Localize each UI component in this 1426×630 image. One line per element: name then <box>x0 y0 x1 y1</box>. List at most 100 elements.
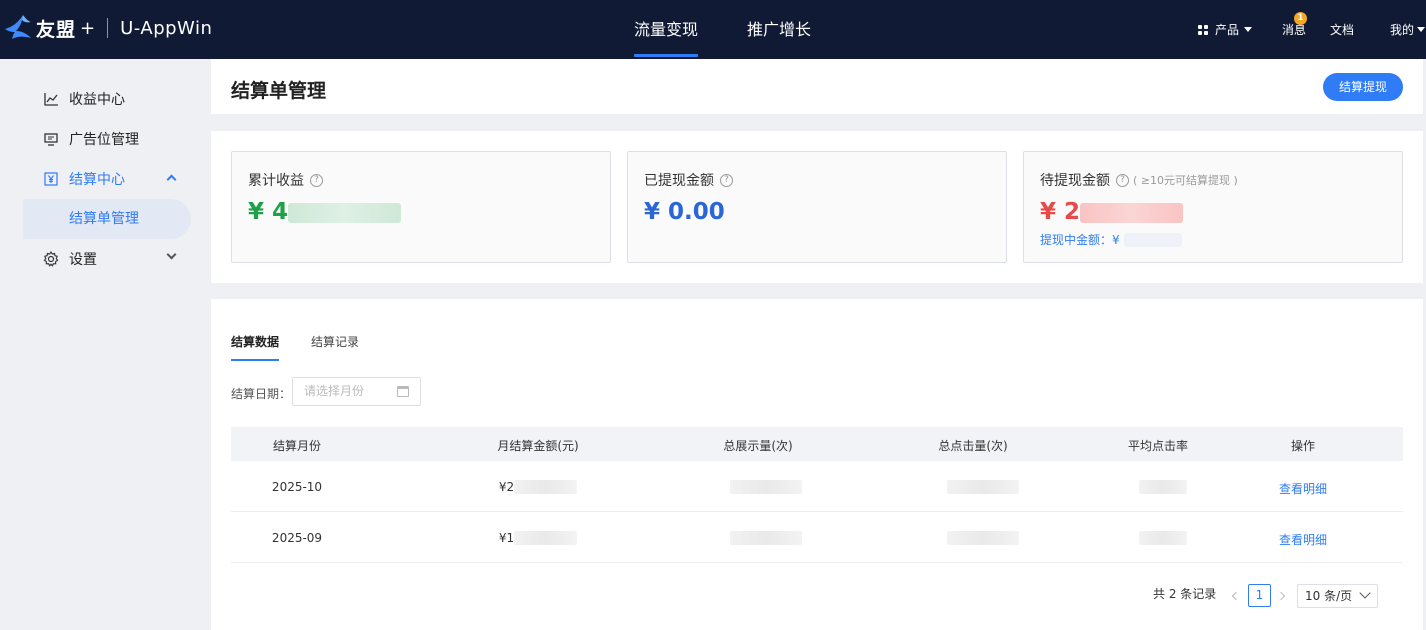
page-size-value: 10 条/页 <box>1305 589 1353 603</box>
stat-label: 累计收益 ? <box>248 170 323 190</box>
masked-value <box>730 531 802 545</box>
date-filter-label: 结算日期： <box>231 387 292 401</box>
tab-settlement-data[interactable]: 结算数据 <box>231 333 280 361</box>
sidebar-item-ad-slots[interactable]: 广告位管理 <box>23 119 191 159</box>
stat-card-total-revenue: 累计收益 ? ¥ 4 <box>231 151 611 263</box>
grid-icon <box>1198 24 1208 35</box>
chevron-up-icon <box>166 174 177 185</box>
table-row: 2025-09 ¥1 查看明细 <box>231 512 1403 563</box>
column-header: 平均点击率 <box>1127 439 1189 453</box>
page-button-current[interactable]: 1 <box>1248 584 1271 607</box>
messages-label: 消息 <box>1282 22 1307 37</box>
sidebar-item-label: 设置 <box>69 252 97 268</box>
calendar-icon <box>397 386 409 397</box>
tab-settlement-records[interactable]: 结算记录 <box>311 333 359 361</box>
cell-month: 2025-09 <box>271 531 323 545</box>
user-menu[interactable]: 我的 <box>1390 0 1426 59</box>
cell-ctr <box>1139 480 1187 494</box>
sidebar-item-revenue[interactable]: 收益中心 <box>23 79 191 119</box>
masked-value <box>947 480 1019 494</box>
question-icon[interactable]: ? <box>720 173 733 187</box>
stat-card-pending: 待提现金额 ? ( ≥10元可结算提现 ) ¥ 2 提现中金额：¥ <box>1023 151 1403 263</box>
product-menu[interactable]: 产品 <box>1198 0 1253 59</box>
column-header: 总点击量(次) <box>938 439 1008 453</box>
umeng-logo[interactable]: 友盟 + U-AppWin <box>4 13 212 43</box>
masked-value <box>1139 531 1187 545</box>
stat-value: ¥ 4 <box>248 199 402 225</box>
masked-value <box>288 202 402 223</box>
cell-month: 2025-10 <box>271 480 323 494</box>
docs-label: 文档 <box>1330 22 1355 37</box>
month-picker-placeholder: 请选择月份 <box>304 384 365 398</box>
settle-withdraw-button[interactable]: 结算提现 <box>1323 73 1403 101</box>
stat-card-withdrawn: 已提现金额 ? ¥ 0.00 <box>627 151 1007 263</box>
stat-value: ¥ 2 <box>1040 199 1184 225</box>
page-size-select[interactable]: 10 条/页 <box>1297 584 1378 608</box>
column-header: 结算月份 <box>272 439 322 453</box>
cell-amount: ¥1 <box>499 531 578 545</box>
sidebar-item-label: 结算中心 <box>69 172 125 188</box>
sidebar-item-settlement-management[interactable]: 结算单管理 <box>23 199 191 239</box>
cell-clicks <box>947 480 1019 494</box>
brand-divider <box>107 18 109 38</box>
monitor-icon <box>43 131 59 147</box>
brand-plus: + <box>80 17 96 39</box>
masked-value <box>1139 480 1187 494</box>
nav-tab-monetization[interactable]: 流量变现 <box>634 0 699 59</box>
user-menu-label: 我的 <box>1390 22 1415 37</box>
next-page-icon[interactable] <box>1276 591 1286 601</box>
nav-tab-growth[interactable]: 推广增长 <box>747 0 811 59</box>
stat-label: 已提现金额 ? <box>644 170 733 190</box>
question-icon[interactable]: ? <box>1116 173 1129 187</box>
masked-value <box>1123 232 1182 247</box>
page-title: 结算单管理 <box>231 80 327 102</box>
masked-value <box>514 480 578 494</box>
yuan-icon <box>43 171 59 187</box>
prev-page-icon[interactable] <box>1231 591 1241 601</box>
sidebar-item-settings[interactable]: 设置 <box>23 239 191 279</box>
docs-link[interactable]: 文档 <box>1330 0 1354 59</box>
stat-label: 待提现金额 ? ( ≥10元可结算提现 ) <box>1040 173 1238 189</box>
cell-impressions <box>730 480 802 494</box>
gear-icon <box>43 251 59 267</box>
column-header: 总展示量(次) <box>723 439 793 453</box>
cell-amount: ¥2 <box>499 480 578 494</box>
app-name: U-AppWin <box>120 17 213 39</box>
column-header: 操作 <box>1290 439 1316 453</box>
cell-clicks <box>947 531 1019 545</box>
month-picker-input[interactable]: 请选择月份 <box>292 377 421 406</box>
line-chart-icon <box>43 91 59 107</box>
caret-down-icon <box>1417 27 1426 32</box>
chevron-down-icon <box>166 249 177 260</box>
swallow-logo-icon <box>5 15 31 39</box>
table-row: 2025-10 ¥2 查看明细 <box>231 461 1403 512</box>
product-menu-label: 产品 <box>1215 22 1240 37</box>
table-header: 结算月份 月结算金额(元) 总展示量(次) 总点击量(次) 平均点击率 操作 <box>231 427 1403 461</box>
cell-ctr <box>1139 531 1187 545</box>
top-navigation-bar: 友盟 + U-AppWin 流量变现 推广增长 产品 消息 1 文档 我的 <box>0 0 1426 59</box>
brand-name: 友盟 <box>36 18 77 41</box>
masked-value <box>947 531 1019 545</box>
view-details-link[interactable]: 查看明细 <box>1279 531 1327 548</box>
masked-value <box>730 480 802 494</box>
column-header: 月结算金额(元) <box>497 439 579 453</box>
stat-hint: ( ≥10元可结算提现 ) <box>1133 174 1238 187</box>
sidebar-item-label: 广告位管理 <box>69 132 139 148</box>
withdrawing-amount: 提现中金额：¥ <box>1040 231 1182 248</box>
view-details-link[interactable]: 查看明细 <box>1279 480 1327 497</box>
pagination-total: 共 2 条记录 <box>1153 587 1217 601</box>
masked-value <box>514 531 578 545</box>
chevron-down-icon <box>1359 587 1371 599</box>
sidebar-item-settlement-center[interactable]: 结算中心 <box>23 159 191 199</box>
settlement-data-panel: 结算数据 结算记录 结算日期： 请选择月份 结算月份 月结算金额(元) 总展示量… <box>211 299 1423 630</box>
masked-value <box>1080 202 1184 223</box>
page-header: 结算单管理 结算提现 <box>211 59 1423 114</box>
sidebar-item-label: 收益中心 <box>69 92 125 108</box>
stats-panel: 累计收益 ? ¥ 4 已提现金额 ? ¥ 0.00 待提现金额 ? ( ≥10元… <box>211 131 1423 283</box>
messages-badge: 1 <box>1294 12 1307 25</box>
stat-value: ¥ 0.00 <box>644 199 725 225</box>
messages-button[interactable]: 消息 1 <box>1282 0 1307 59</box>
cell-impressions <box>730 531 802 545</box>
caret-down-icon <box>1244 27 1253 32</box>
question-icon[interactable]: ? <box>310 173 323 187</box>
